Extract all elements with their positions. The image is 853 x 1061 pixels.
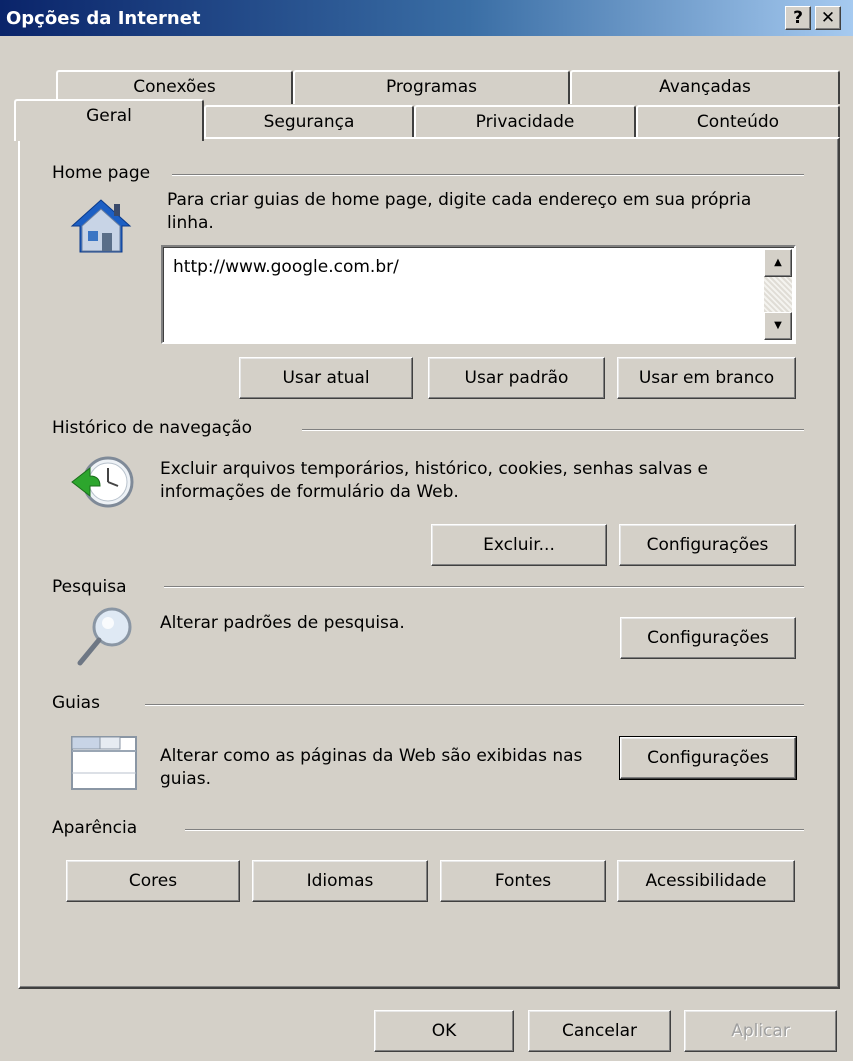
tab-label: Conexões [133, 77, 216, 97]
use-default-button[interactable]: Usar padrão [428, 357, 605, 399]
url-field-scrollbar[interactable]: ▲ ▼ [764, 249, 792, 340]
tab-avancadas[interactable]: Avançadas [570, 70, 840, 104]
home-page-divider [172, 174, 804, 176]
search-divider [164, 586, 804, 588]
tabs-description: Alterar como as páginas da Web são exibi… [160, 746, 583, 789]
colors-button[interactable]: Cores [66, 860, 240, 902]
tabs-heading: Guias [52, 693, 100, 713]
tab-seguranca[interactable]: Segurança [204, 105, 414, 139]
use-blank-button[interactable]: Usar em branco [617, 357, 796, 399]
tab-label: Avançadas [659, 77, 751, 97]
history-heading: Histórico de navegação [52, 418, 253, 438]
history-divider [302, 429, 804, 431]
tab-privacidade[interactable]: Privacidade [414, 105, 636, 139]
tabs-window-icon [70, 733, 138, 791]
scroll-up-arrow-icon[interactable]: ▲ [764, 249, 792, 277]
home-page-description: Para criar guias de home page, digite ca… [167, 190, 752, 233]
window-title: Opções da Internet [6, 8, 201, 29]
history-clock-icon [68, 452, 134, 512]
tabs-settings-button[interactable]: Configurações [619, 736, 797, 780]
ok-button[interactable]: OK [374, 1010, 514, 1052]
search-settings-button[interactable]: Configurações [620, 617, 796, 659]
history-description: Excluir arquivos temporários, histórico,… [160, 459, 708, 502]
tab-label: Segurança [263, 112, 355, 132]
appearance-divider [185, 829, 804, 831]
delete-history-button[interactable]: Excluir... [431, 524, 607, 566]
home-page-heading: Home page [52, 163, 151, 183]
use-current-button[interactable]: Usar atual [239, 357, 413, 399]
home-page-url-value: http://www.google.com.br/ [173, 257, 399, 277]
search-heading: Pesquisa [52, 577, 127, 597]
languages-button[interactable]: Idiomas [252, 860, 428, 902]
home-page-url-field[interactable]: http://www.google.com.br/ ▲ ▼ [161, 245, 796, 344]
tab-label: Geral [86, 106, 132, 126]
tabs-divider [145, 704, 804, 706]
appearance-heading: Aparência [52, 818, 138, 838]
tab-conteudo[interactable]: Conteúdo [636, 105, 840, 139]
tab-label: Conteúdo [696, 112, 780, 132]
tab-programas[interactable]: Programas [293, 70, 570, 104]
tab-label: Privacidade [475, 112, 575, 132]
fonts-button[interactable]: Fontes [440, 860, 606, 902]
cancel-button[interactable]: Cancelar [528, 1010, 671, 1052]
accessibility-button[interactable]: Acessibilidade [617, 860, 795, 902]
close-button[interactable]: ✕ [815, 6, 841, 30]
history-settings-button[interactable]: Configurações [619, 524, 796, 566]
title-bar[interactable]: Opções da Internet ? ✕ [0, 0, 853, 36]
scroll-down-arrow-icon[interactable]: ▼ [764, 312, 792, 340]
magnifier-icon [72, 603, 138, 667]
apply-button[interactable]: Aplicar [684, 1010, 837, 1052]
help-button[interactable]: ? [785, 6, 811, 30]
tab-label: Programas [385, 77, 477, 97]
tab-geral[interactable]: Geral [14, 99, 204, 141]
search-description: Alterar padrões de pesquisa. [160, 613, 405, 633]
home-icon [68, 196, 134, 256]
